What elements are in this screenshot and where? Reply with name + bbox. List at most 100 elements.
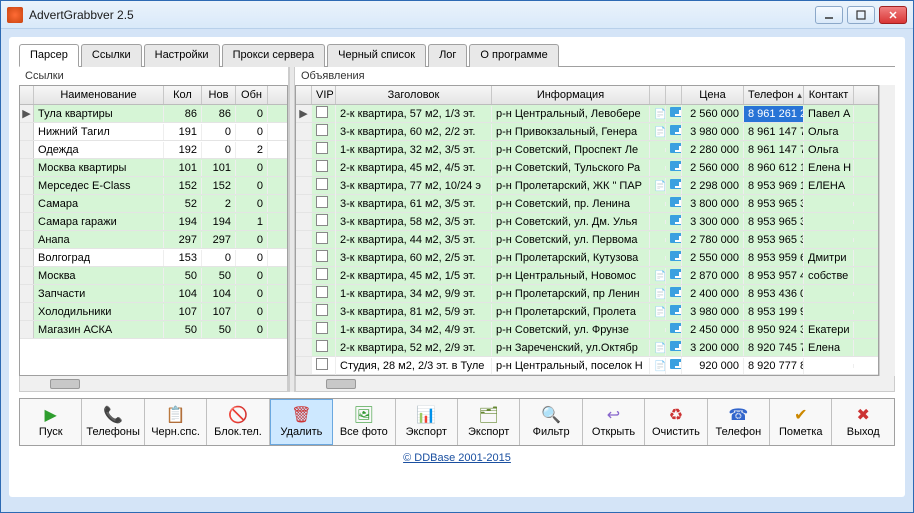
links-row[interactable]: Москва50500	[20, 267, 287, 285]
toolbar-пуск[interactable]: ▶Пуск	[20, 399, 82, 445]
ads-row[interactable]: 3-к квартира, 58 м2, 3/5 эт.р-н Советски…	[296, 213, 878, 231]
ads-row[interactable]: 3-к квартира, 61 м2, 3/5 эт.р-н Советски…	[296, 195, 878, 213]
ads-row[interactable]: 2-к квартира, 45 м2, 4/5 эт.р-н Советски…	[296, 159, 878, 177]
links-row[interactable]: Магазин АСКА50500	[20, 321, 287, 339]
links-row[interactable]: Самара5220	[20, 195, 287, 213]
pic-icon	[666, 285, 682, 302]
ads-row[interactable]: 1-к квартира, 32 м2, 3/5 эт.р-н Советски…	[296, 141, 878, 159]
ads-row[interactable]: 3-к квартира, 60 м2, 2/5 эт.р-н Пролетар…	[296, 249, 878, 267]
doc-icon	[650, 124, 666, 140]
links-row[interactable]: Одежда19202	[20, 141, 287, 159]
col-name[interactable]: Наименование	[34, 86, 164, 104]
toolbar-пометка[interactable]: ✔Пометка	[770, 399, 832, 445]
links-hscroll[interactable]	[19, 376, 288, 392]
vip-checkbox[interactable]	[316, 250, 328, 262]
vip-checkbox[interactable]	[316, 124, 328, 136]
links-row[interactable]: Самара гаражи1941941	[20, 213, 287, 231]
links-row[interactable]: ▶Тула квартиры86860	[20, 105, 287, 123]
vip-checkbox[interactable]	[316, 106, 328, 118]
toolbar-icon: 📋	[167, 406, 185, 424]
toolbar-очистить[interactable]: ♻Очистить	[645, 399, 707, 445]
links-row[interactable]: Волгоград15300	[20, 249, 287, 267]
maximize-button[interactable]	[847, 6, 875, 24]
vip-checkbox[interactable]	[316, 340, 328, 352]
ads-body[interactable]: ▶2-к квартира, 57 м2, 1/3 эт.р-н Централ…	[296, 105, 878, 375]
vip-checkbox[interactable]	[316, 286, 328, 298]
doc-icon	[650, 268, 666, 284]
links-body[interactable]: ▶Тула квартиры86860Нижний Тагил19100Одеж…	[20, 105, 287, 375]
tab-4[interactable]: Черный список	[327, 44, 426, 67]
vip-checkbox[interactable]	[316, 268, 328, 280]
tab-0[interactable]: Парсер	[19, 44, 79, 67]
toolbar-блок.тел.[interactable]: 🚫Блок.тел.	[207, 399, 269, 445]
pic-icon	[666, 249, 682, 266]
ads-hscroll[interactable]	[295, 376, 895, 392]
toolbar-выход[interactable]: ✖Выход	[832, 399, 893, 445]
vip-checkbox[interactable]	[316, 232, 328, 244]
ads-row[interactable]: 2-к квартира, 44 м2, 3/5 эт.р-н Советски…	[296, 231, 878, 249]
toolbar-icon: 🚫	[229, 406, 247, 424]
toolbar-удалить[interactable]: 🗑Удалить	[270, 399, 333, 445]
vip-checkbox[interactable]	[316, 322, 328, 334]
pic-icon	[666, 357, 682, 374]
close-button[interactable]	[879, 6, 907, 24]
tab-3[interactable]: Прокси сервера	[222, 44, 326, 67]
links-row[interactable]: Мерседес E-Class1521520	[20, 177, 287, 195]
toolbar-icon: ▶	[42, 406, 60, 424]
col-obn[interactable]: Обн	[236, 86, 268, 104]
tab-6[interactable]: О программе	[469, 44, 558, 67]
ads-row[interactable]: 3-к квартира, 77 м2, 10/24 эр-н Пролетар…	[296, 177, 878, 195]
tab-2[interactable]: Настройки	[144, 44, 220, 67]
vip-checkbox[interactable]	[316, 160, 328, 172]
tab-5[interactable]: Лог	[428, 44, 467, 67]
window-title: AdvertGrabbver 2.5	[29, 8, 815, 22]
toolbar-icon: 🗂	[480, 406, 498, 424]
toolbar-телефоны[interactable]: 📞Телефоны	[82, 399, 144, 445]
col-price[interactable]: Цена	[682, 86, 744, 104]
ads-row[interactable]: ▶2-к квартира, 57 м2, 1/3 эт.р-н Централ…	[296, 105, 878, 123]
vip-checkbox[interactable]	[316, 196, 328, 208]
links-row[interactable]: Холодильники1071070	[20, 303, 287, 321]
toolbar-экспорт[interactable]: 🗂Экспорт	[458, 399, 520, 445]
col-phone[interactable]: Телефон	[744, 86, 804, 104]
pic-icon	[666, 177, 682, 194]
vip-checkbox[interactable]	[316, 304, 328, 316]
ads-row[interactable]: 2-к квартира, 45 м2, 1/5 эт.р-н Централь…	[296, 267, 878, 285]
toolbar-icon: ↩	[605, 406, 623, 424]
toolbar-все фото[interactable]: 🖼Все фото	[333, 399, 395, 445]
col-vip[interactable]: VIP	[312, 86, 336, 104]
toolbar-экспорт[interactable]: 📊Экспорт	[396, 399, 458, 445]
col-nov[interactable]: Нов	[202, 86, 236, 104]
toolbar-icon: 📊	[417, 406, 435, 424]
ads-row[interactable]: Студия, 28 м2, 2/3 эт. в Тулер-н Централ…	[296, 357, 878, 375]
toolbar-фильтр[interactable]: 🔍Фильтр	[520, 399, 582, 445]
ads-grid: VIP Заголовок Информация Цена Телефон Ко…	[295, 85, 879, 376]
vip-checkbox[interactable]	[316, 142, 328, 154]
toolbar-открыть[interactable]: ↩Открыть	[583, 399, 645, 445]
links-row[interactable]: Москва квартиры1011010	[20, 159, 287, 177]
col-contact[interactable]: Контакт	[804, 86, 854, 104]
col-kol[interactable]: Кол	[164, 86, 202, 104]
links-row[interactable]: Запчасти1041040	[20, 285, 287, 303]
ads-row[interactable]: 3-к квартира, 60 м2, 2/2 эт.р-н Привокза…	[296, 123, 878, 141]
vip-checkbox[interactable]	[316, 214, 328, 226]
col-info[interactable]: Информация	[492, 86, 650, 104]
toolbar: ▶Пуск📞Телефоны📋Черн.спс.🚫Блок.тел.🗑Удали…	[19, 398, 895, 446]
ads-row[interactable]: 2-к квартира, 52 м2, 2/9 эт.р-н Зареченс…	[296, 339, 878, 357]
links-row[interactable]: Анапа2972970	[20, 231, 287, 249]
ads-row[interactable]: 1-к квартира, 34 м2, 9/9 эт.р-н Пролетар…	[296, 285, 878, 303]
ads-row[interactable]: 1-к квартира, 34 м2, 4/9 эт.р-н Советски…	[296, 321, 878, 339]
links-row[interactable]: Нижний Тагил19100	[20, 123, 287, 141]
vip-checkbox[interactable]	[316, 178, 328, 190]
tab-1[interactable]: Ссылки	[81, 44, 142, 67]
ads-row[interactable]: 3-к квартира, 81 м2, 5/9 эт.р-н Пролетар…	[296, 303, 878, 321]
content-area: ПарсерСсылкиНастройкиПрокси сервераЧерны…	[9, 37, 905, 497]
toolbar-телефон[interactable]: ☎Телефон	[708, 399, 770, 445]
toolbar-черн.спс.[interactable]: 📋Черн.спс.	[145, 399, 207, 445]
ads-vscroll[interactable]	[879, 85, 895, 376]
vip-checkbox[interactable]	[316, 358, 328, 370]
footer-link[interactable]: © DDBase 2001-2015	[403, 452, 511, 464]
col-title[interactable]: Заголовок	[336, 86, 492, 104]
window-buttons	[815, 6, 907, 24]
minimize-button[interactable]	[815, 6, 843, 24]
